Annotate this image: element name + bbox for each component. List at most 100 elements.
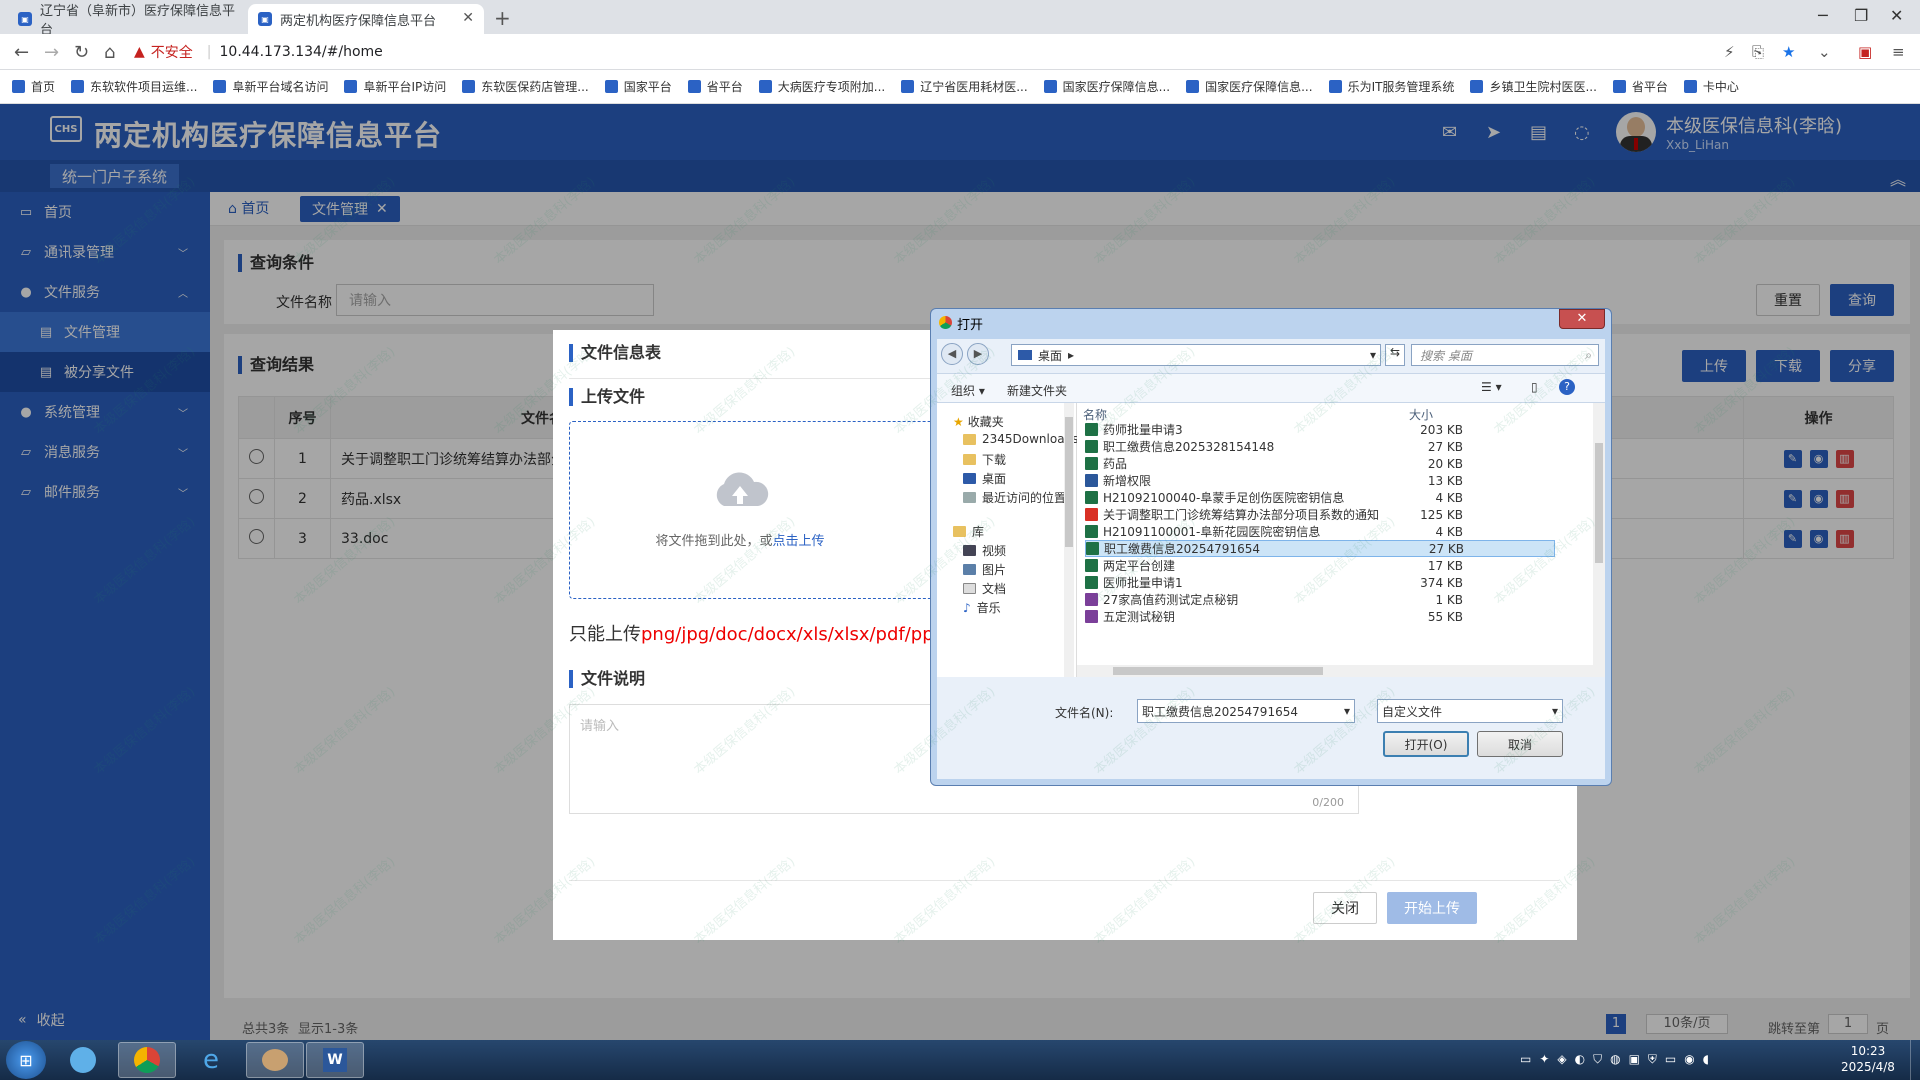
list-hscrollbar[interactable]	[1077, 665, 1593, 677]
tree-label: 文档	[982, 582, 1007, 596]
tree-videos[interactable]: 视频	[963, 542, 1006, 559]
reload-icon[interactable]: ↻	[74, 42, 89, 63]
refresh-icon[interactable]: ⇆	[1385, 344, 1405, 366]
tree-favorites[interactable]: ★ 收藏夹	[953, 413, 1004, 430]
bookmark-icon	[687, 80, 701, 93]
url-bar[interactable]: ▲ 不安全 | 10.44.173.134/#/home	[134, 39, 1754, 65]
file-row[interactable]: 药师批量申请3 203 KB	[1085, 421, 1485, 438]
close-button[interactable]: 关闭	[1313, 892, 1377, 924]
bookmark[interactable]: 卡中心	[1683, 78, 1739, 95]
file-row[interactable]: 医师批量申请1 374 KB	[1085, 574, 1485, 591]
system-tray-icons[interactable]: ▭✦◈◐⛉◍▣⛨▭◉◖	[1520, 1052, 1717, 1067]
forward-icon[interactable]: →	[44, 42, 59, 63]
close-tab-icon[interactable]: ✕	[462, 10, 474, 26]
pdf-extension-icon[interactable]: ▣	[1858, 43, 1872, 61]
click-upload-link[interactable]: 点击上传	[773, 534, 825, 549]
file-row[interactable]: 五定测试秘钥 55 KB	[1085, 608, 1485, 625]
chevron-down-icon[interactable]: ▾	[1344, 704, 1350, 718]
file-row[interactable]: H21091100001-阜新花园医院密钥信息 4 KB	[1085, 523, 1485, 540]
tree-pictures[interactable]: 图片	[963, 561, 1006, 578]
back-icon[interactable]: ←	[14, 42, 29, 63]
restore-icon[interactable]: ❐	[1854, 6, 1868, 25]
dialog-title: 打开	[957, 318, 984, 333]
bookmark[interactable]: 大病医疗专项附加...	[758, 78, 886, 95]
bookmark[interactable]: 乡镇卫生院村医医...	[1470, 78, 1597, 95]
taskbar-ie-icon[interactable]: e	[182, 1042, 240, 1078]
list-hscroll-thumb[interactable]	[1113, 667, 1323, 675]
tree-downloads-2345[interactable]: 2345Downloads	[963, 432, 1078, 446]
file-row[interactable]: 药品 20 KB	[1085, 455, 1485, 472]
bookmark[interactable]: 省平台	[1612, 78, 1668, 95]
home-icon[interactable]: ⌂	[104, 42, 115, 63]
list-scrollbar[interactable]	[1593, 403, 1605, 677]
show-desktop-button[interactable]	[1910, 1040, 1920, 1080]
chevron-down-icon[interactable]: ▾	[1552, 704, 1558, 718]
taskbar-word-icon[interactable]: W	[306, 1042, 364, 1078]
filetype-select[interactable]: 自定义文件 ▾	[1377, 699, 1563, 723]
file-row[interactable]: 两定平台创建 17 KB	[1085, 557, 1485, 574]
bookmark[interactable]: 国家医疗保障信息...	[1186, 78, 1313, 95]
bookmark[interactable]: 省平台	[687, 78, 743, 95]
dialog-body: ◀ ▶ 桌面 ▸ ▾ ⇆ 搜索 桌面 ⌕ 组织 ▾ 新建文件夹 ☰ ▾ ▯ ? ★ 收藏…	[937, 339, 1605, 779]
bookmark[interactable]: 东软医保药店管理...	[462, 78, 589, 95]
list-scroll-thumb[interactable]	[1595, 443, 1603, 563]
file-row[interactable]: H21092100040-阜蒙手足创伤医院密钥信息 4 KB	[1085, 489, 1485, 506]
tree-music[interactable]: ♪ 音乐	[963, 599, 1001, 616]
back-icon[interactable]: ◀	[941, 343, 963, 365]
start-upload-button[interactable]: 开始上传	[1387, 892, 1477, 924]
bookmark[interactable]: 阜新平台IP访问	[344, 78, 446, 95]
dialog-close-button[interactable]: ✕	[1559, 309, 1605, 329]
bookmark[interactable]: 东软软件项目运维...	[71, 78, 197, 95]
bookmark[interactable]: 阜新平台域名访问	[213, 78, 328, 95]
menu-icon[interactable]: ≡	[1892, 43, 1905, 61]
file-row[interactable]: 职工缴费信息20254791654 27 KB	[1085, 540, 1555, 557]
search-input[interactable]: 搜索 桌面 ⌕	[1411, 344, 1599, 366]
cancel-button[interactable]: 取消	[1477, 731, 1563, 757]
tree-libraries[interactable]: 库	[953, 523, 984, 540]
view-options-icon[interactable]: ☰ ▾	[1481, 380, 1502, 394]
file-row[interactable]: 职工缴费信息2025328154148 27 KB	[1085, 438, 1485, 455]
tree-documents[interactable]: 文档	[963, 580, 1006, 597]
browser-tab[interactable]: ▣ 辽宁省（阜新市）医疗保障信息平台	[8, 4, 248, 38]
browser-tab-active[interactable]: ▣ 两定机构医疗保障信息平台 ✕	[248, 4, 484, 34]
tree-downloads[interactable]: 下载	[963, 451, 1006, 468]
taskbar-app-people-icon[interactable]	[54, 1042, 112, 1078]
tree-scrollbar[interactable]	[1064, 403, 1074, 677]
filename-combobox[interactable]: 职工缴费信息20254791654 ▾	[1137, 699, 1355, 723]
taskbar-chrome-icon[interactable]	[118, 1042, 176, 1078]
file-rar-icon	[1085, 593, 1098, 606]
bookmark[interactable]: 辽宁省医用耗材医...	[901, 78, 1028, 95]
new-folder-button[interactable]: 新建文件夹	[1007, 382, 1067, 399]
translate-icon[interactable]: ⎘	[1752, 43, 1764, 61]
path-breadcrumb[interactable]: 桌面 ▸ ▾	[1011, 344, 1381, 366]
organize-menu[interactable]: 组织 ▾	[951, 382, 985, 399]
file-size: 203 KB	[1420, 422, 1463, 437]
chevron-down-icon[interactable]: ⌄	[1818, 43, 1831, 61]
preview-pane-icon[interactable]: ▯	[1531, 380, 1538, 394]
star-icon[interactable]: ★	[1782, 43, 1795, 61]
file-row[interactable]: 新增权限 13 KB	[1085, 472, 1485, 489]
help-icon[interactable]: ?	[1559, 379, 1575, 395]
chevron-down-icon[interactable]: ▾	[1370, 348, 1376, 362]
forward-icon[interactable]: ▶	[967, 343, 989, 365]
start-button[interactable]: ⊞	[6, 1041, 46, 1079]
bookmark[interactable]: 国家平台	[604, 78, 672, 95]
tree-desktop[interactable]: 桌面	[963, 470, 1006, 487]
file-row[interactable]: 27家高值药测试定点秘钥 1 KB	[1085, 591, 1485, 608]
taskbar-paint-icon[interactable]	[246, 1042, 304, 1078]
new-tab-icon[interactable]: +	[494, 6, 511, 30]
bookmark[interactable]: 国家医疗保障信息...	[1043, 78, 1170, 95]
bookmark-label: 省平台	[706, 80, 743, 94]
clock[interactable]: 10:23 2025/4/8	[1836, 1043, 1900, 1075]
bookmark[interactable]: 首页	[12, 78, 55, 95]
bookmark-label: 大病医疗专项附加...	[777, 80, 886, 94]
tree-scroll-thumb[interactable]	[1065, 417, 1073, 547]
open-button[interactable]: 打开(O)	[1383, 731, 1469, 757]
lightning-icon[interactable]: ⚡	[1724, 43, 1735, 61]
bookmark[interactable]: 乐为IT服务管理系统	[1328, 78, 1454, 95]
minimize-icon[interactable]: ─	[1818, 6, 1828, 25]
tree-recent[interactable]: 最近访问的位置	[963, 489, 1066, 506]
close-window-icon[interactable]: ✕	[1890, 6, 1903, 25]
search-icon: ⌕	[1585, 347, 1592, 362]
file-row[interactable]: 关于调整职工门诊统筹结算办法部分项目系数的通知 125 KB	[1085, 506, 1485, 523]
